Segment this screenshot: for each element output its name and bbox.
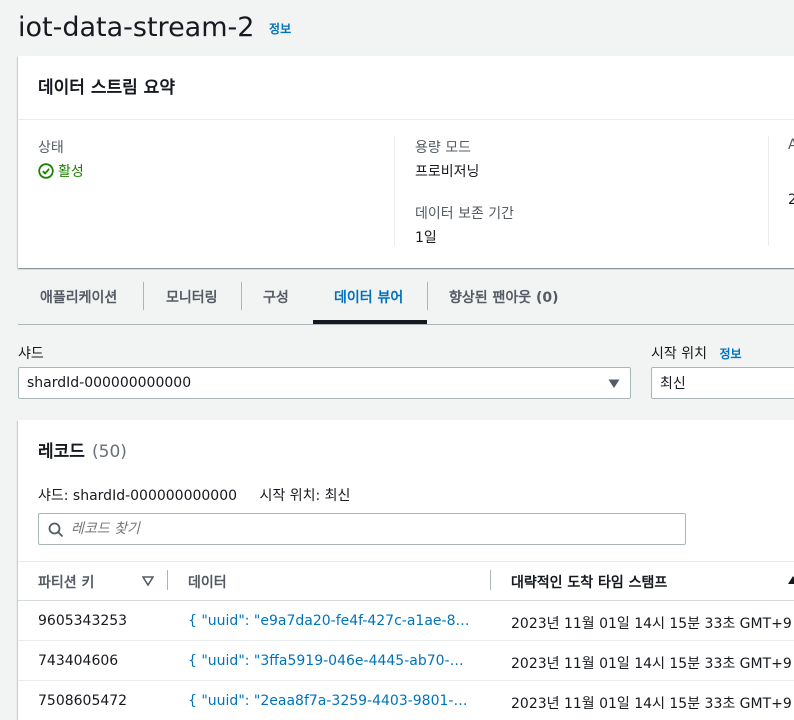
status-label: 상태: [38, 140, 64, 156]
tab-applications[interactable]: 애플리케이션: [40, 287, 117, 307]
active-tab-indicator: [313, 320, 427, 324]
search-box[interactable]: [38, 513, 686, 545]
column-header-data[interactable]: 데이터: [188, 572, 227, 592]
records-count: (50): [92, 442, 127, 462]
tab-separator: [143, 282, 144, 310]
table-row: 743404606 { "uuid": "3ffa5919-046e-4445-…: [18, 641, 794, 681]
records-meta: 샤드: shardId-000000000000 시작 위치: 최신: [38, 485, 350, 505]
page-title-text: iot-data-stream-2: [18, 12, 255, 43]
start-position-label: 시작 위치 정보: [651, 343, 742, 363]
records-meta-start: 시작 위치: 최신: [259, 488, 351, 504]
tab-data-viewer[interactable]: 데이터 뷰어: [334, 287, 403, 307]
records-meta-shard: 샤드: shardId-000000000000: [38, 488, 238, 504]
summary-header: 데이터 스트림 요약: [18, 56, 794, 120]
shard-select[interactable]: shardId-000000000000: [18, 367, 631, 399]
cell-data-link[interactable]: { "uuid": "3ffa5919-046e-4445-ab70-91dc: [188, 653, 470, 669]
clipped-value: 2: [788, 192, 794, 208]
records-title: 레코드: [38, 442, 85, 462]
retention-label: 데이터 보존 기간: [415, 206, 515, 222]
tab-monitoring[interactable]: 모니터링: [166, 287, 218, 307]
cell-arrival: 2023년 11월 01일 14시 15분 33초 GMT+9: [511, 696, 792, 712]
start-position-label-text: 시작 위치: [651, 346, 707, 362]
column-resizer[interactable]: [167, 570, 168, 590]
tab-separator: [427, 282, 428, 310]
table-row: 9605343253 { "uuid": "e9a7da20-fe4f-427c…: [18, 601, 794, 641]
sort-caret-up-icon[interactable]: [787, 575, 794, 585]
summary-heading: 데이터 스트림 요약: [38, 78, 175, 98]
tab-configuration[interactable]: 구성: [263, 287, 289, 307]
status-value: 활성: [38, 161, 84, 181]
status-text: 활성: [58, 164, 84, 180]
check-circle-icon: [38, 163, 54, 179]
records-panel: 레코드 (50) 샤드: shardId-000000000000 시작 위치:…: [18, 420, 794, 720]
table-row: 7508605472 { "uuid": "2eaa8f7a-3259-4403…: [18, 681, 794, 720]
page-title: iot-data-stream-2 정보: [18, 12, 291, 43]
records-heading: 레코드 (50): [38, 437, 127, 462]
cell-data-link[interactable]: { "uuid": "2eaa8f7a-3259-4403-9801-783: [188, 693, 470, 709]
column-divider: [768, 136, 769, 246]
caret-down-icon: [608, 379, 620, 388]
column-header-partition-key[interactable]: 파티션 키: [38, 572, 94, 592]
search-icon: [48, 522, 64, 538]
cell-partition-key: 743404606: [38, 653, 119, 669]
capacity-value: 프로비저닝: [415, 164, 480, 180]
cell-arrival: 2023년 11월 01일 14시 15분 33초 GMT+9: [511, 656, 792, 672]
shard-label: 샤드: [18, 346, 44, 362]
tab-enhanced-fanout[interactable]: 향상된 팬아웃 (0): [449, 287, 559, 307]
retention-value: 1일: [415, 230, 437, 246]
capacity-label: 용량 모드: [415, 140, 471, 156]
column-divider: [394, 136, 395, 246]
tab-bar: 애플리케이션 모니터링 구성 데이터 뷰어 향상된 팬아웃 (0): [18, 268, 794, 325]
table-header-top-line: [18, 561, 794, 562]
start-position-info-link[interactable]: 정보: [719, 347, 741, 361]
sort-caret-down-icon[interactable]: [142, 576, 154, 586]
tab-separator: [241, 282, 242, 310]
clipped-label: A: [788, 137, 794, 153]
info-link[interactable]: 정보: [269, 22, 291, 36]
start-position-value: 최신: [660, 376, 686, 392]
stream-summary-panel: 데이터 스트림 요약 상태 활성 용량 모드 프로비저닝 데이터 보존 기간 1…: [18, 56, 794, 268]
cell-partition-key: 9605343253: [38, 613, 128, 629]
shard-select-value: shardId-000000000000: [27, 375, 192, 391]
cell-data-link[interactable]: { "uuid": "e9a7da20-fe4f-427c-a1ae-884d: [188, 613, 470, 629]
column-header-arrival[interactable]: 대략적인 도착 타임 스탬프: [511, 572, 667, 592]
cell-partition-key: 7508605472: [38, 693, 128, 709]
cell-arrival: 2023년 11월 01일 14시 15분 33초 GMT+9: [511, 616, 792, 632]
start-position-select[interactable]: 최신: [651, 367, 794, 399]
column-resizer[interactable]: [490, 570, 491, 590]
search-input[interactable]: [71, 514, 671, 544]
